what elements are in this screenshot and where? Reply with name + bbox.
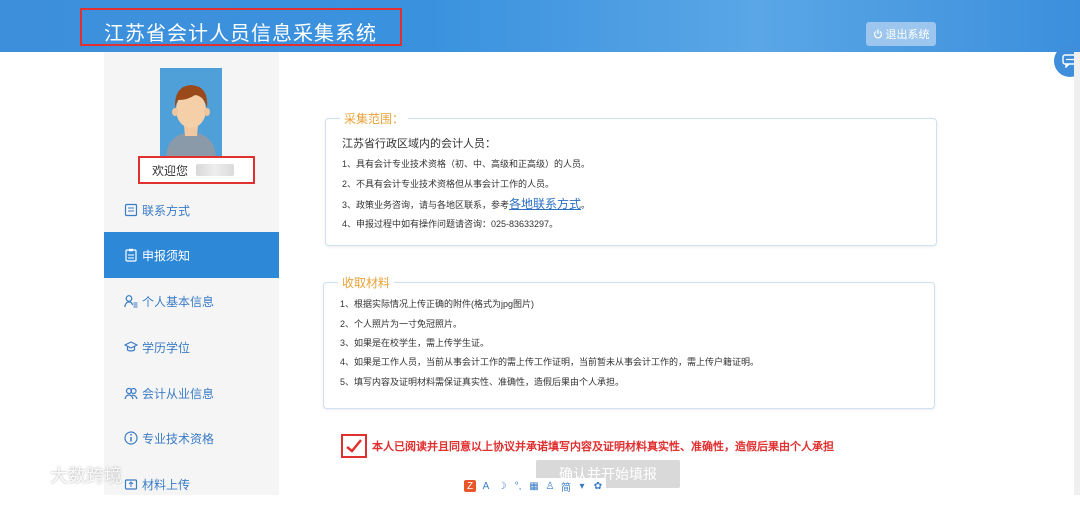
nav-upload[interactable]: 材料上传 [104,461,279,507]
nav-notice[interactable]: 申报须知 [104,232,279,278]
nav-qualification[interactable]: 专业技术资格 [104,415,279,461]
agreement-checkbox[interactable] [341,434,367,458]
username-redacted [196,164,235,176]
materials-line: 2、个人照片为一寸免冠照片。 [340,319,463,329]
logout-label: 退出系统 [885,29,930,41]
upload-icon [124,479,138,490]
scope-panel: 采集范围： 江苏省行政区域内的会计人员： 1、具有会计专业技术资格（初、中、高级… [325,110,937,246]
nav-label: 个人基本信息 [142,294,215,309]
materials-line: 1、根据实际情况上传正确的附件(格式为jpg图片) [340,299,535,309]
scope-line: 1、具有会计专业技术资格（初、中、高级和正高级）的人员。 [342,159,591,169]
watermark-text: 大数跨境 [50,466,122,486]
nav-label: 会计从业信息 [142,386,215,401]
nav-personal-info[interactable]: 个人基本信息 [104,278,279,324]
scope-link-suffix: 。 [581,200,591,210]
power-icon [873,29,882,39]
avatar-illustration-icon [160,68,222,156]
keyboard-icon[interactable]: ▦ [528,480,540,492]
checkmark-icon [346,439,362,453]
welcome-label: 欢迎您 [152,163,189,178]
settings-icon[interactable]: ✿ [592,480,604,492]
ime-toolbar: Z A ☽ °, ▦ ♙ 简 ▾ ✿ [462,478,606,494]
materials-legend: 收取材料 [338,274,395,291]
letter-mode-icon[interactable]: A [480,480,492,492]
materials-line: 3、如果是在校学生，需上传学生证。 [340,338,490,348]
clipboard-icon [125,248,137,262]
scope-line: 3、政策业务咨询，请与各地区联系，参考 [342,200,510,210]
title-highlight-box: 江苏省会计人员信息采集系统 [80,8,402,46]
header-bar: 江苏省会计人员信息采集系统 退出系统 [0,0,1080,52]
scope-line: 4、申报过程中如有操作问题请咨询：025-83633297。 [342,219,559,229]
nav-label: 申报须知 [142,248,191,263]
nav-education[interactable]: 学历学位 [104,324,279,370]
moon-icon[interactable]: ☽ [496,480,508,492]
scope-legend: 采集范围： [340,110,409,127]
person-list-icon [124,295,138,308]
punctuation-icon[interactable]: °, [512,480,524,492]
agreement-text: 本人已阅读并且同意以上协议并承诺填写内容及证明材料真实性、准确性，造假后果由个人… [372,441,834,453]
nav-label: 联系方式 [142,203,191,218]
user-icon[interactable]: ♙ [544,480,556,492]
sidebar: 欢迎您 联系方式 申报须知 个人基本信息 学历学位 会计从业信息 专业技术资格 … [104,52,279,495]
page-title: 江苏省会计人员信息采集系统 [104,23,377,45]
materials-panel: 收取材料 1、根据实际情况上传正确的附件(格式为jpg图片) 2、个人照片为一寸… [323,274,935,409]
shirt-icon[interactable]: ▾ [576,480,588,492]
scrollbar[interactable] [1074,52,1080,495]
logout-button[interactable]: 退出系统 [866,22,936,46]
scope-line: 2、不具有会计专业技术资格但从事会计工作的人员。 [342,179,555,189]
graduation-cap-icon [124,341,138,352]
contact-card-icon [124,203,138,217]
nav-label: 材料上传 [142,477,191,492]
nav-contact[interactable]: 联系方式 [104,187,279,233]
welcome-box: 欢迎您 [138,156,255,184]
scope-line-with-link: 3、政策业务咨询，请与各地区联系，参考各地联系方式。 [342,195,590,212]
nav-label: 专业技术资格 [142,431,215,446]
materials-line: 5、填写内容及证明材料需保证真实性、准确性，造假后果由个人承担。 [340,377,625,387]
materials-line: 4、如果是工作人员，当前从事会计工作的需上传工作证明，当前暂未从事会计工作的，需… [340,357,760,367]
simplified-mode-icon[interactable]: 简 [560,480,572,494]
nav-label: 学历学位 [142,340,191,355]
scope-line: 江苏省行政区域内的会计人员： [342,138,496,150]
people-icon [124,387,138,400]
watermark-logo-icon [9,466,43,483]
watermark: 大数跨境 [8,462,122,488]
avatar [160,68,222,156]
contact-link[interactable]: 各地联系方式 [509,197,581,211]
ime-logo-icon[interactable]: Z [464,480,476,492]
nav-accounting-work[interactable]: 会计从业信息 [104,370,279,416]
info-circle-icon [124,431,138,445]
